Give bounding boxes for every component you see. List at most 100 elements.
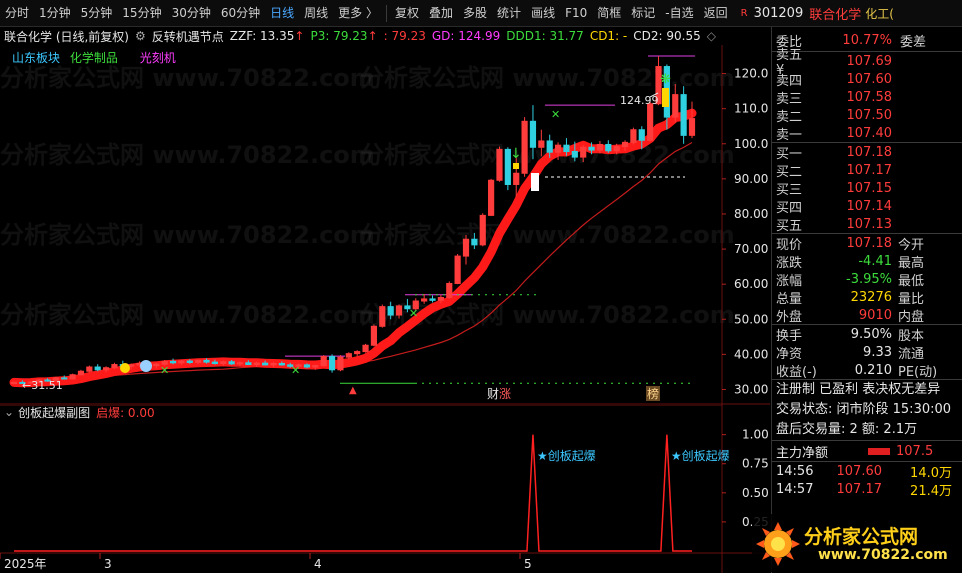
candle-body [320,355,327,367]
logo-url: www.70822.com [818,547,948,563]
tick-price: 107.17 [836,481,883,497]
zzf-value: ZZF: 13.35 [229,29,295,43]
stat-value: 9.33 [863,344,892,360]
tab-more[interactable]: 更多 〉 [333,0,383,27]
candle-body [10,381,18,385]
main-flow-value: 107.5 [896,443,934,459]
f10-button[interactable]: F10 [560,0,592,27]
bid-row[interactable]: 买三 107.15 [772,179,962,198]
candle-body [588,146,595,151]
x-tick-label: 3 [104,557,112,571]
ask-price: 107.50 [846,107,893,123]
ask-row[interactable]: 卖二 107.50 [772,106,962,125]
stats2-list: 换手 9.50% 股本 净资 9.33 流通 收益(-) 0.210 PE(动) [772,325,962,380]
bang-marker: 榜 [647,386,659,401]
sector-tag[interactable]: 化学制品 [70,51,118,65]
tick-price: 107.60 [836,463,883,479]
stat-value: -3.95% [846,271,892,287]
tab-1min[interactable]: 1分钟 [34,0,76,27]
candle-body [278,362,285,366]
bid-row[interactable]: 买二 107.17 [772,161,962,180]
zhang-marker: 涨 [499,386,511,401]
stat-label: 收益(-) [776,364,817,380]
sector-label[interactable]: 化工( [865,5,894,22]
bid-price: 107.13 [846,216,893,232]
multi-stock-button[interactable]: 多股 [458,0,492,27]
back-button[interactable]: 返回 [699,0,733,27]
green-down-arrow: ↓ [510,146,522,162]
ma-fast-band [9,108,697,388]
site-logo: 分析家公式网 www.70822.com [752,514,962,572]
toolbar-divider [386,4,387,22]
tick-amount: 21.4万 [910,483,952,499]
indicator-name[interactable]: 反转机遇节点 [152,28,224,45]
candle-body [111,364,118,369]
ask-row[interactable]: 卖三 107.58 [772,88,962,107]
candle-body [345,353,352,358]
candle-body [94,366,101,371]
candle-body [395,305,403,316]
candle-body [220,361,227,364]
settings-icon[interactable]: ⚙ [135,29,146,43]
mark-button[interactable]: 标记 [626,0,660,27]
sector-tag[interactable]: 山东板块 [12,51,60,65]
candle-body [421,298,428,302]
candle-body [605,143,612,152]
tab-15min[interactable]: 15分钟 [117,0,166,27]
tab-5min[interactable]: 5分钟 [76,0,118,27]
yellow-dot [120,363,130,373]
diamond-icon[interactable]: ◇ [707,29,716,43]
candle-body [195,359,202,363]
tab-60min[interactable]: 60分钟 [216,0,265,27]
fuquan-button[interactable]: 复权 [390,0,424,27]
note-line: 盘后交易量: 2 额: 2.1万 [776,422,918,437]
blue-ball [140,360,152,372]
stat-value: 9010 [858,307,892,323]
candle-body [328,355,336,371]
ask-row[interactable]: 卖四 107.60 [772,70,962,89]
candle-body [253,362,260,366]
candle-body [437,297,444,301]
main-flow-row[interactable]: 主力净额 107.5 [772,441,962,461]
candle-body [638,129,645,141]
candle-body [303,364,311,368]
candle-body [488,179,495,216]
ask-row[interactable]: 卖一 107.40 [772,124,962,143]
r-badge: R [740,7,748,19]
stat-label: 量比 [898,291,925,307]
tab-weekly[interactable]: 周线 [299,0,333,27]
bid-price: 107.14 [846,198,893,214]
stat-label: 股本 [898,328,925,344]
tick-row: 14:57 107.17 21.4万 [772,480,962,499]
ask-row[interactable]: 卖五 ¥107.69 [772,48,962,78]
tab-daily[interactable]: 日线 [265,0,299,27]
bid-row[interactable]: 买五 107.13 [772,215,962,234]
sector-tag[interactable]: 光刻机 [140,51,176,65]
stat-label: 净资 [776,346,803,362]
bid-row[interactable]: 买一 107.18 [772,143,962,162]
draw-line-button[interactable]: 画线 [526,0,560,27]
spike-label: ★创板起爆 [671,449,730,463]
ask-label: 卖二 [776,109,803,125]
p3b-value: : 79.23 [383,29,426,43]
green-x-marker: ✕ [291,364,300,377]
overlay-button[interactable]: 叠加 [424,0,458,27]
simple-frame-button[interactable]: 简框 [592,0,626,27]
x-tick-label: 2025年 [4,557,47,571]
cai-marker: 财 [487,387,499,401]
y-tick-label: 90.00 [734,172,768,186]
stat-value: 9.50% [850,326,892,342]
tab-fenshi[interactable]: 分时 [0,0,34,27]
stat-value: 107.18 [846,235,893,251]
stats-button[interactable]: 统计 [492,0,526,27]
sub-chart[interactable]: 1.000.750.500.25★创板起爆★创板起爆2025年345 [0,405,770,573]
candle-body [429,298,436,301]
stat-label: 今开 [898,237,925,253]
candle-body [86,366,93,372]
candle-body [312,365,319,368]
green-x-marker: ✕ [160,364,169,377]
remove-watchlist-button[interactable]: -自选 [660,0,698,27]
candlestick-chart[interactable]: 120.0 110.0 100.0 90.00 80.00 70.00 60.00 50.00… [0,45,770,405]
bid-row[interactable]: 买四 107.14 [772,197,962,216]
tab-30min[interactable]: 30分钟 [167,0,216,27]
